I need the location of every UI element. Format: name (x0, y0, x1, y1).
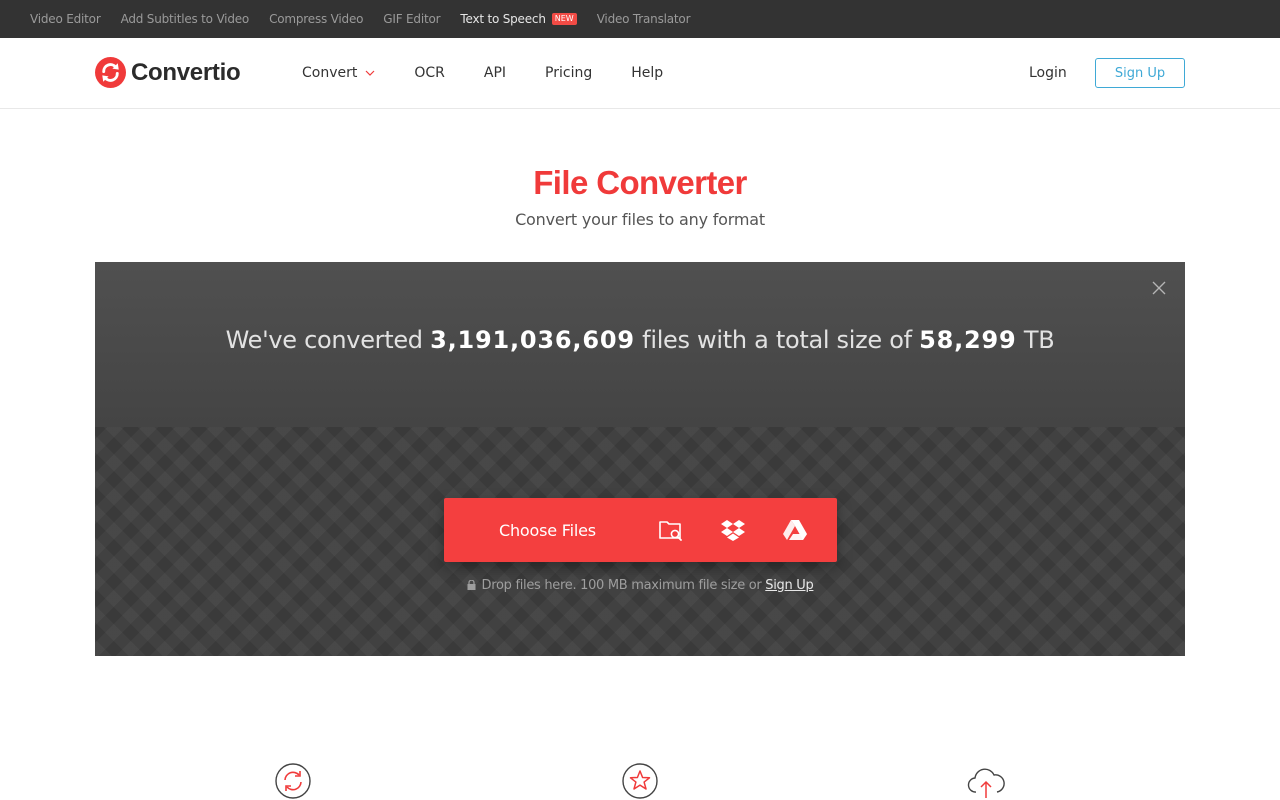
nav-item-ocr[interactable]: OCR (414, 65, 445, 81)
refresh-icon (275, 763, 311, 799)
nav-item-help[interactable]: Help (631, 65, 663, 81)
signup-button[interactable]: Sign Up (1095, 58, 1185, 88)
total-size: 58,299 (919, 326, 1017, 354)
nav-item-convert[interactable]: Convert (302, 65, 375, 81)
stats-middle: files with a total size of (642, 326, 912, 354)
nav-item-convert-label: Convert (302, 65, 358, 81)
page-subtitle: Convert your files to any format (515, 210, 765, 229)
star-icon (622, 763, 658, 799)
topbar-link-video-editor[interactable]: Video Editor (30, 12, 101, 26)
stats-banner: We've converted 3,191,036,609 files with… (95, 262, 1185, 427)
close-icon[interactable] (1151, 280, 1167, 296)
new-badge: NEW (551, 13, 577, 25)
page-title: File Converter (533, 164, 747, 201)
main-header: Convertio Convert OCR API Pricing Help L… (0, 38, 1280, 109)
size-unit: TB (1023, 326, 1055, 354)
converter-panel: We've converted 3,191,036,609 files with… (95, 262, 1185, 656)
nav-item-pricing[interactable]: Pricing (545, 65, 592, 81)
main-nav: Convert OCR API Pricing Help (302, 38, 702, 108)
top-tools-bar: Video Editor Add Subtitles to Video Comp… (0, 0, 1280, 38)
conversion-stats: We've converted 3,191,036,609 files with… (95, 326, 1185, 354)
files-count: 3,191,036,609 (430, 326, 635, 354)
topbar-link-gif-editor[interactable]: GIF Editor (383, 12, 440, 26)
dropbox-icon[interactable] (719, 516, 747, 544)
choose-files-label: Choose Files (499, 520, 596, 540)
choose-files-button[interactable]: Choose Files (444, 498, 837, 562)
topbar-link-compress-video[interactable]: Compress Video (269, 12, 363, 26)
lock-icon (467, 580, 476, 590)
chevron-down-icon (365, 70, 375, 76)
drop-note-signup-link[interactable]: Sign Up (765, 578, 813, 593)
topbar-link-video-translator[interactable]: Video Translator (597, 12, 691, 26)
google-drive-icon[interactable] (781, 516, 809, 544)
cloud-upload-icon (967, 768, 1005, 798)
topbar-link-text-to-speech-label: Text to Speech (460, 12, 546, 26)
logo-text: Convertio (131, 58, 241, 86)
login-link[interactable]: Login (1029, 65, 1067, 81)
convertio-logo-icon (95, 57, 126, 88)
topbar-link-add-subtitles[interactable]: Add Subtitles to Video (121, 12, 250, 26)
folder-search-icon[interactable] (657, 516, 685, 544)
nav-item-api[interactable]: API (484, 65, 506, 81)
drop-note-text: Drop files here. 100 MB maximum file siz… (481, 578, 762, 593)
logo[interactable]: Convertio (95, 57, 241, 88)
drop-files-note: Drop files here. 100 MB maximum file siz… (95, 578, 1185, 593)
stats-prefix: We've converted (225, 326, 423, 354)
topbar-link-text-to-speech[interactable]: Text to Speech NEW (460, 12, 577, 26)
